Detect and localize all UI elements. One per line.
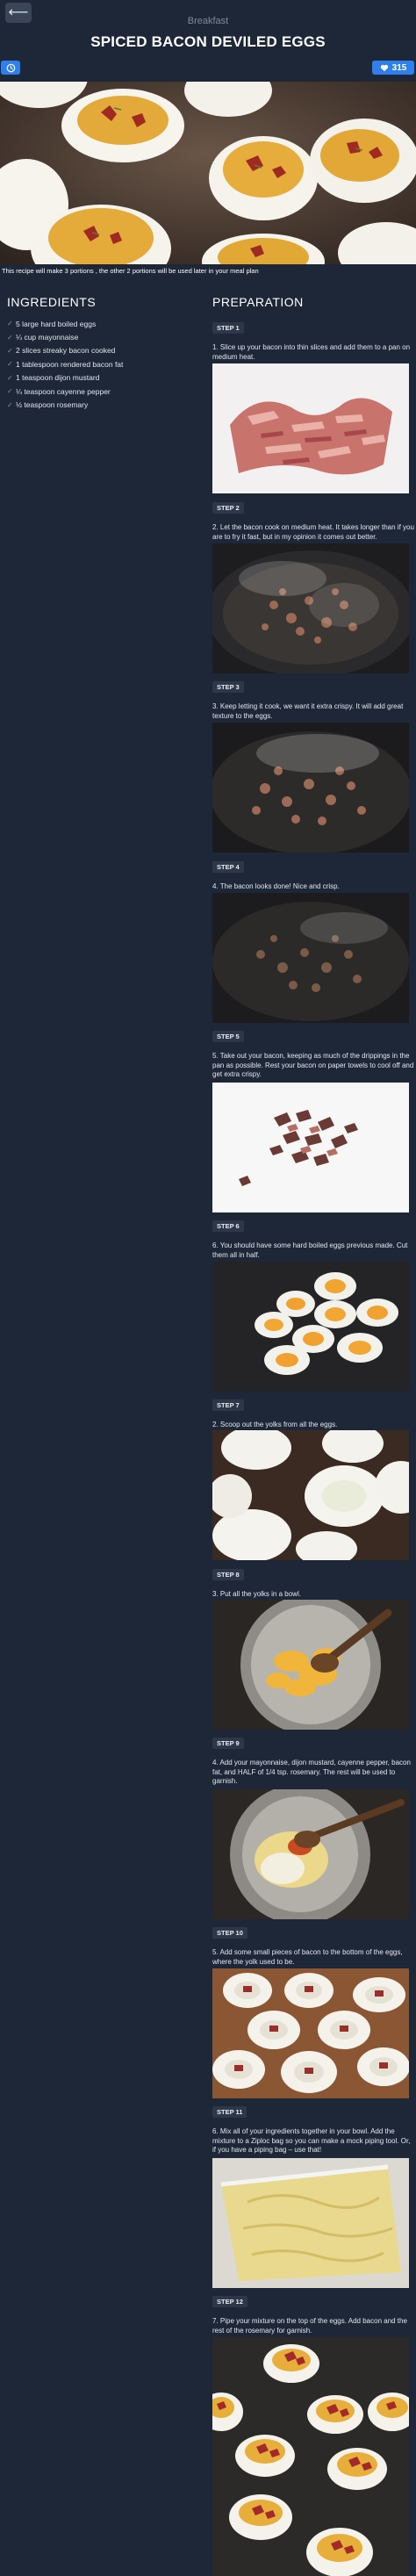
preparation-heading: PREPARATION [212,295,304,309]
check-icon: ✓ [7,320,13,328]
step-10-text: 5. Add some small pieces of bacon to the… [212,1948,403,1966]
step-12-label: STEP 12 [212,2296,247,2307]
step-7-image [212,1430,409,1560]
ingredient-item[interactable]: ✓ 5 large hard boiled eggs [7,317,123,330]
step-3-text: 3. Keep letting it cook, we want it extr… [212,702,404,720]
step-8-image [212,1600,409,1730]
ingredient-item[interactable]: ✓ 2 slices streaky bacon cooked [7,344,123,357]
clock-icon [6,63,15,72]
ingredients-list: ✓ 5 large hard boiled eggs ✓ ¼ cup mayonna… [7,317,123,412]
portion-note: This recipe will make 3 portions , the o… [2,267,259,275]
step-7-text: 2. Scoop out the yolks from all the eggs… [212,1421,338,1428]
step-1-text: 1. Slice up your bacon into thin slices … [212,343,411,361]
check-icon: ✓ [7,333,13,342]
step-8-text: 3. Put all the yolks in a bowl. [212,1590,301,1598]
step-7-label: STEP 7 [212,1400,244,1411]
hero-image [0,82,416,264]
time-button[interactable] [1,61,20,75]
check-icon: ✓ [7,373,13,382]
step-5-text: 5. Take out your bacon, keeping as much … [212,1052,414,1078]
heart-icon [380,64,388,71]
step-12-image [212,2337,409,2576]
check-icon: ✓ [7,387,13,396]
step-1-image [212,363,409,493]
step-6-label: STEP 6 [212,1220,244,1232]
step-1-label: STEP 1 [212,322,244,334]
ingredient-item[interactable]: ✓ ¼ cup mayonnaise [7,330,123,343]
step-2-image [212,543,409,673]
step-11-label: STEP 11 [212,2106,247,2118]
step-12-text: 7. Pipe your mixture on the top of the e… [212,2317,407,2335]
check-icon: ✓ [7,400,13,409]
check-icon: ✓ [7,360,13,369]
likes-count: 315 [391,62,407,73]
step-4-image [212,893,409,1023]
likes-button[interactable]: 315 [372,61,414,75]
recipe-title: SPICED BACON DEVILED EGGS [90,33,326,50]
step-10-image [212,1968,409,2098]
step-9-image [212,1789,409,1919]
step-3-label: STEP 3 [212,681,244,693]
step-11-image [212,2158,409,2288]
ingredients-heading: INGREDIENTS [7,295,97,309]
step-2-label: STEP 2 [212,502,244,514]
step-11-text: 6. Mix all of your ingredients together … [212,2127,411,2154]
step-5-image [212,1083,409,1212]
ingredient-item[interactable]: ✓ 1 tablespoon rendered bacon fat [7,357,123,371]
step-2-text: 2. Let the bacon cook on medium heat. It… [212,523,414,541]
step-4-text: 4. The bacon looks done! Nice and crisp. [212,882,340,890]
recipe-category: Breakfast [187,16,229,26]
ingredient-item[interactable]: ✓ 1 teaspoon dijon mustard [7,371,123,385]
step-3-image [212,723,409,853]
step-10-label: STEP 10 [212,1927,247,1939]
step-8-label: STEP 8 [212,1569,244,1580]
step-5-label: STEP 5 [212,1031,244,1042]
step-6-text: 6. You should have some hard boiled eggs… [212,1241,408,1259]
step-9-label: STEP 9 [212,1738,244,1749]
step-4-label: STEP 4 [212,861,244,873]
step-6-image [212,1262,409,1392]
ingredient-item[interactable]: ✓ ¼ teaspoon cayenne pepper [7,385,123,398]
ingredient-item[interactable]: ✓ ½ teaspoon rosemary [7,398,123,411]
step-9-text: 4. Add your mayonnaise, dijon mustard, c… [212,1759,411,1785]
check-icon: ✓ [7,346,13,355]
